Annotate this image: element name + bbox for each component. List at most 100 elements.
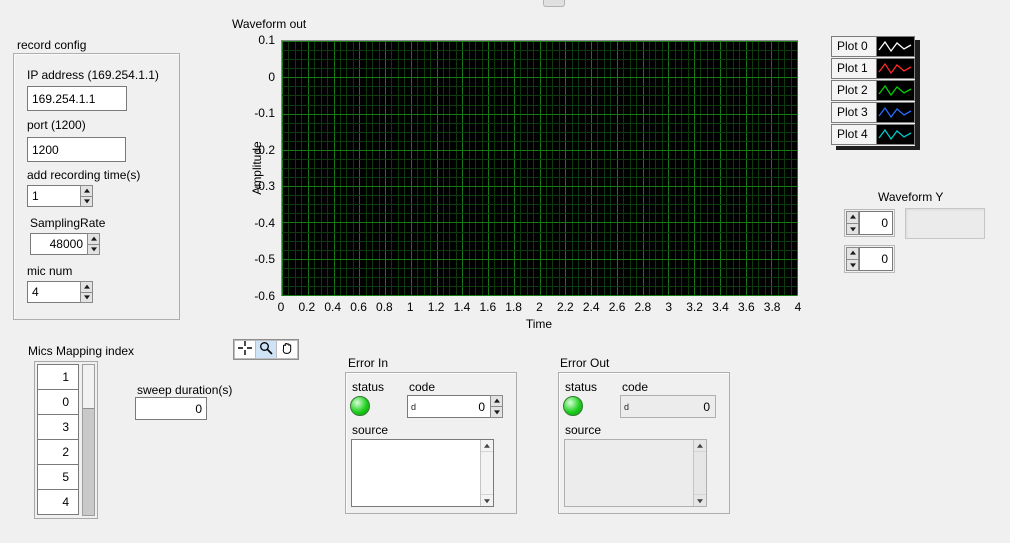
grid-line-horizontal — [282, 141, 797, 142]
mics-mapping-array: 103254 — [34, 361, 98, 519]
grid-line-horizontal — [282, 105, 797, 106]
error-in-code-spinner[interactable] — [490, 395, 503, 418]
sampling-rate-input[interactable] — [30, 233, 88, 255]
legend-line-sample[interactable] — [877, 58, 915, 79]
ip-address-input[interactable] — [27, 86, 127, 111]
grid-line-horizontal — [282, 150, 797, 151]
grid-line-horizontal — [282, 41, 797, 42]
grid-line-horizontal — [282, 123, 797, 124]
sweep-duration-label: sweep duration(s) — [137, 383, 232, 397]
legend-row: Plot 0 — [831, 36, 915, 57]
legend-line-sample[interactable] — [877, 124, 915, 145]
recording-time-spinner[interactable] — [80, 185, 93, 207]
grid-line-horizontal — [282, 59, 797, 60]
scroll-down-arrow[interactable] — [481, 494, 493, 506]
source-scrollbar[interactable] — [480, 440, 493, 506]
mics-array-element[interactable]: 2 — [37, 439, 79, 465]
pan-hand-tool-button[interactable] — [277, 341, 297, 358]
sweep-duration-input[interactable] — [135, 397, 207, 420]
chart-title: Waveform out — [232, 17, 306, 31]
legend-plot-label[interactable]: Plot 2 — [831, 80, 877, 101]
scrollbar-thumb[interactable] — [83, 365, 94, 409]
port-input[interactable] — [27, 137, 126, 162]
waveform-y-spinner-1[interactable] — [846, 211, 859, 235]
decrement-button[interactable] — [846, 223, 859, 236]
decrement-button[interactable] — [87, 244, 100, 256]
legend-row: Plot 2 — [831, 80, 915, 101]
y-tick-label: -0.1 — [220, 106, 275, 120]
scroll-up-arrow[interactable] — [694, 440, 706, 452]
legend-plot-label[interactable]: Plot 1 — [831, 58, 877, 79]
legend-line-sample[interactable] — [877, 36, 915, 57]
error-in-source-field[interactable] — [351, 439, 494, 507]
error-in-code-value: 0 — [478, 400, 485, 414]
mics-scrollbar[interactable] — [82, 364, 95, 516]
x-tick-label: 4 — [783, 300, 813, 314]
legend-row: Plot 3 — [831, 102, 915, 123]
radix-indicator: d — [624, 402, 629, 412]
grid-line-horizontal — [282, 232, 797, 233]
grid-line-horizontal — [282, 286, 797, 287]
waveform-y-input-2[interactable] — [859, 247, 893, 271]
decrement-button[interactable] — [80, 196, 93, 208]
y-axis-tick-labels: 0.10-0.1-0.2-0.3-0.4-0.5-0.6 — [220, 40, 277, 296]
mics-array-element[interactable]: 5 — [37, 464, 79, 490]
sampling-rate-spinner[interactable] — [87, 233, 100, 255]
legend-plot-label[interactable]: Plot 4 — [831, 124, 877, 145]
source-scrollbar[interactable] — [693, 440, 706, 506]
plot-area[interactable] — [281, 40, 798, 296]
mics-array-element[interactable]: 3 — [37, 414, 79, 440]
zoom-tool-button[interactable] — [256, 341, 276, 358]
legend-plot-label[interactable]: Plot 0 — [831, 36, 877, 57]
legend-line-sample[interactable] — [877, 80, 915, 101]
legend-line-icon — [877, 59, 913, 78]
plot-legend: Plot 0Plot 1Plot 2Plot 3Plot 4 — [831, 36, 915, 146]
decrement-button[interactable] — [80, 292, 93, 304]
legend-line-icon — [877, 125, 913, 144]
error-in-status-label: status — [352, 380, 384, 394]
waveform-y-spinner-2[interactable] — [846, 247, 859, 271]
y-tick-label: -0.4 — [220, 216, 275, 230]
legend-line-sample[interactable] — [877, 102, 915, 123]
waveform-y-input-1[interactable] — [859, 211, 893, 235]
recording-time-input[interactable] — [27, 185, 81, 207]
grid-line-horizontal — [282, 268, 797, 269]
grid-line-vertical — [797, 41, 798, 295]
mics-array-element[interactable]: 1 — [37, 364, 79, 390]
pane-splitter-handle[interactable] — [543, 0, 565, 7]
grid-line-horizontal — [282, 186, 797, 187]
grid-line-horizontal — [282, 159, 797, 160]
error-in-code-label: code — [409, 380, 435, 394]
waveform-y-title: Waveform Y — [878, 190, 943, 204]
grid-line-horizontal — [282, 259, 797, 260]
waveform-y-indicator — [905, 208, 985, 239]
error-in-code-field[interactable]: d 0 — [407, 395, 491, 418]
error-out-code-field: d 0 — [620, 395, 716, 418]
error-in-status-led[interactable] — [350, 396, 370, 416]
mics-mapping-title: Mics Mapping index — [28, 344, 134, 358]
y-tick-label: -0.2 — [220, 143, 275, 157]
grid-line-horizontal — [282, 50, 797, 51]
scroll-down-arrow[interactable] — [694, 494, 706, 506]
legend-line-icon — [877, 103, 913, 122]
legend-row: Plot 1 — [831, 58, 915, 79]
mic-num-label: mic num — [27, 264, 72, 278]
grid-line-horizontal — [282, 95, 797, 96]
graph-palette — [233, 339, 299, 360]
y-tick-label: -0.5 — [220, 252, 275, 266]
error-out-code-label: code — [622, 380, 648, 394]
error-in-source-label: source — [352, 423, 388, 437]
mics-array-element[interactable]: 0 — [37, 389, 79, 415]
decrement-button[interactable] — [846, 259, 859, 272]
y-tick-label: 0 — [220, 70, 275, 84]
legend-plot-label[interactable]: Plot 3 — [831, 102, 877, 123]
mics-array-element[interactable]: 4 — [37, 489, 79, 515]
crosshair-tool-button[interactable] — [235, 341, 255, 358]
mic-num-spinner[interactable] — [80, 281, 93, 303]
decrement-button[interactable] — [490, 406, 503, 418]
zoom-icon — [259, 341, 273, 358]
mic-num-input[interactable] — [27, 281, 81, 303]
scroll-up-arrow[interactable] — [481, 440, 493, 452]
grid-line-horizontal — [282, 204, 797, 205]
error-out-source-label: source — [565, 423, 601, 437]
